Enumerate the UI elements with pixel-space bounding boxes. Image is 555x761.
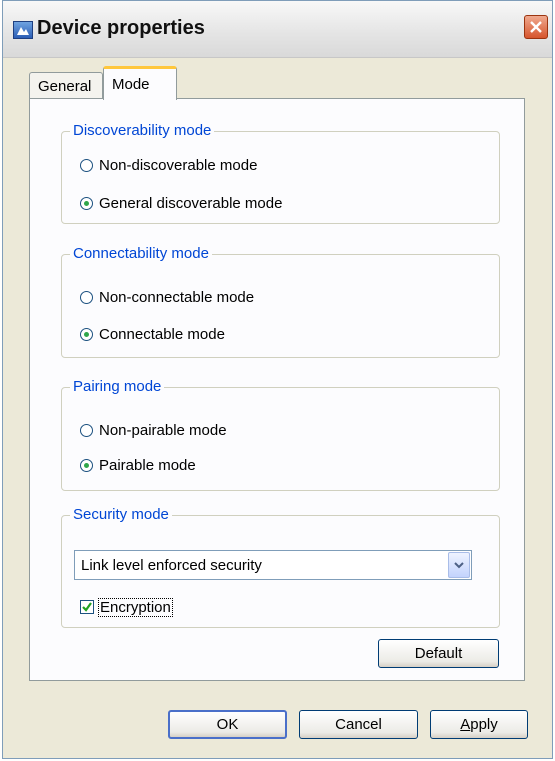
radio-label: Pairable mode (99, 456, 196, 474)
radio-button[interactable] (80, 158, 93, 172)
dropdown-button[interactable] (448, 552, 470, 578)
connectability-group: Connectability mode Non-connectable mode… (61, 245, 500, 358)
tab-general[interactable]: General (29, 72, 103, 99)
radio-label: Connectable mode (99, 325, 225, 343)
encryption-checkbox[interactable] (80, 600, 94, 614)
radio-label: Non-pairable mode (99, 421, 227, 439)
window-title: Device properties (37, 17, 205, 39)
radio-label: Non-connectable mode (99, 288, 255, 306)
encryption-label: Encryption (98, 597, 173, 617)
pairing-legend: Pairing mode (70, 378, 165, 395)
connectability-legend: Connectability mode (70, 245, 212, 262)
radio-non-pairable[interactable]: Non-pairable mode (80, 420, 227, 440)
security-mode-dropdown[interactable]: Link level enforced security (74, 550, 472, 580)
discoverability-group: Discoverability mode Non-discoverable mo… (61, 122, 500, 224)
discoverability-legend: Discoverability mode (70, 122, 215, 139)
radio-non-discoverable[interactable]: Non-discoverable mode (80, 155, 257, 175)
radio-button[interactable] (80, 423, 93, 437)
tab-mode[interactable]: Mode (103, 66, 177, 100)
close-icon (530, 21, 542, 33)
security-legend: Security mode (70, 506, 172, 523)
checkmark-icon (82, 602, 92, 612)
cancel-button[interactable]: Cancel (299, 710, 418, 739)
radio-button-selected[interactable] (80, 327, 93, 341)
radio-connectable[interactable]: Connectable mode (80, 324, 225, 344)
pairing-group: Pairing mode Non-pairable mode Pairable … (61, 378, 500, 491)
app-icon (13, 21, 33, 39)
title-bar[interactable]: Device properties (3, 1, 552, 58)
ok-button[interactable]: OK (168, 710, 287, 739)
default-button[interactable]: Default (378, 639, 499, 668)
radio-button-selected[interactable] (80, 196, 93, 210)
chevron-down-icon (454, 562, 464, 569)
security-group: Security mode Link level enforced securi… (61, 506, 500, 628)
radio-non-connectable[interactable]: Non-connectable mode (80, 287, 254, 307)
close-button[interactable] (524, 15, 548, 39)
apply-button[interactable]: Apply (430, 710, 528, 739)
radio-label: Non-discoverable mode (99, 156, 258, 174)
security-mode-value: Link level enforced security (81, 557, 262, 574)
radio-label: General discoverable mode (99, 194, 283, 212)
radio-button[interactable] (80, 290, 93, 304)
radio-pairable[interactable]: Pairable mode (80, 455, 196, 475)
encryption-checkbox-row[interactable]: Encryption (80, 597, 173, 617)
radio-button-selected[interactable] (80, 458, 93, 472)
radio-general-discoverable[interactable]: General discoverable mode (80, 193, 282, 213)
